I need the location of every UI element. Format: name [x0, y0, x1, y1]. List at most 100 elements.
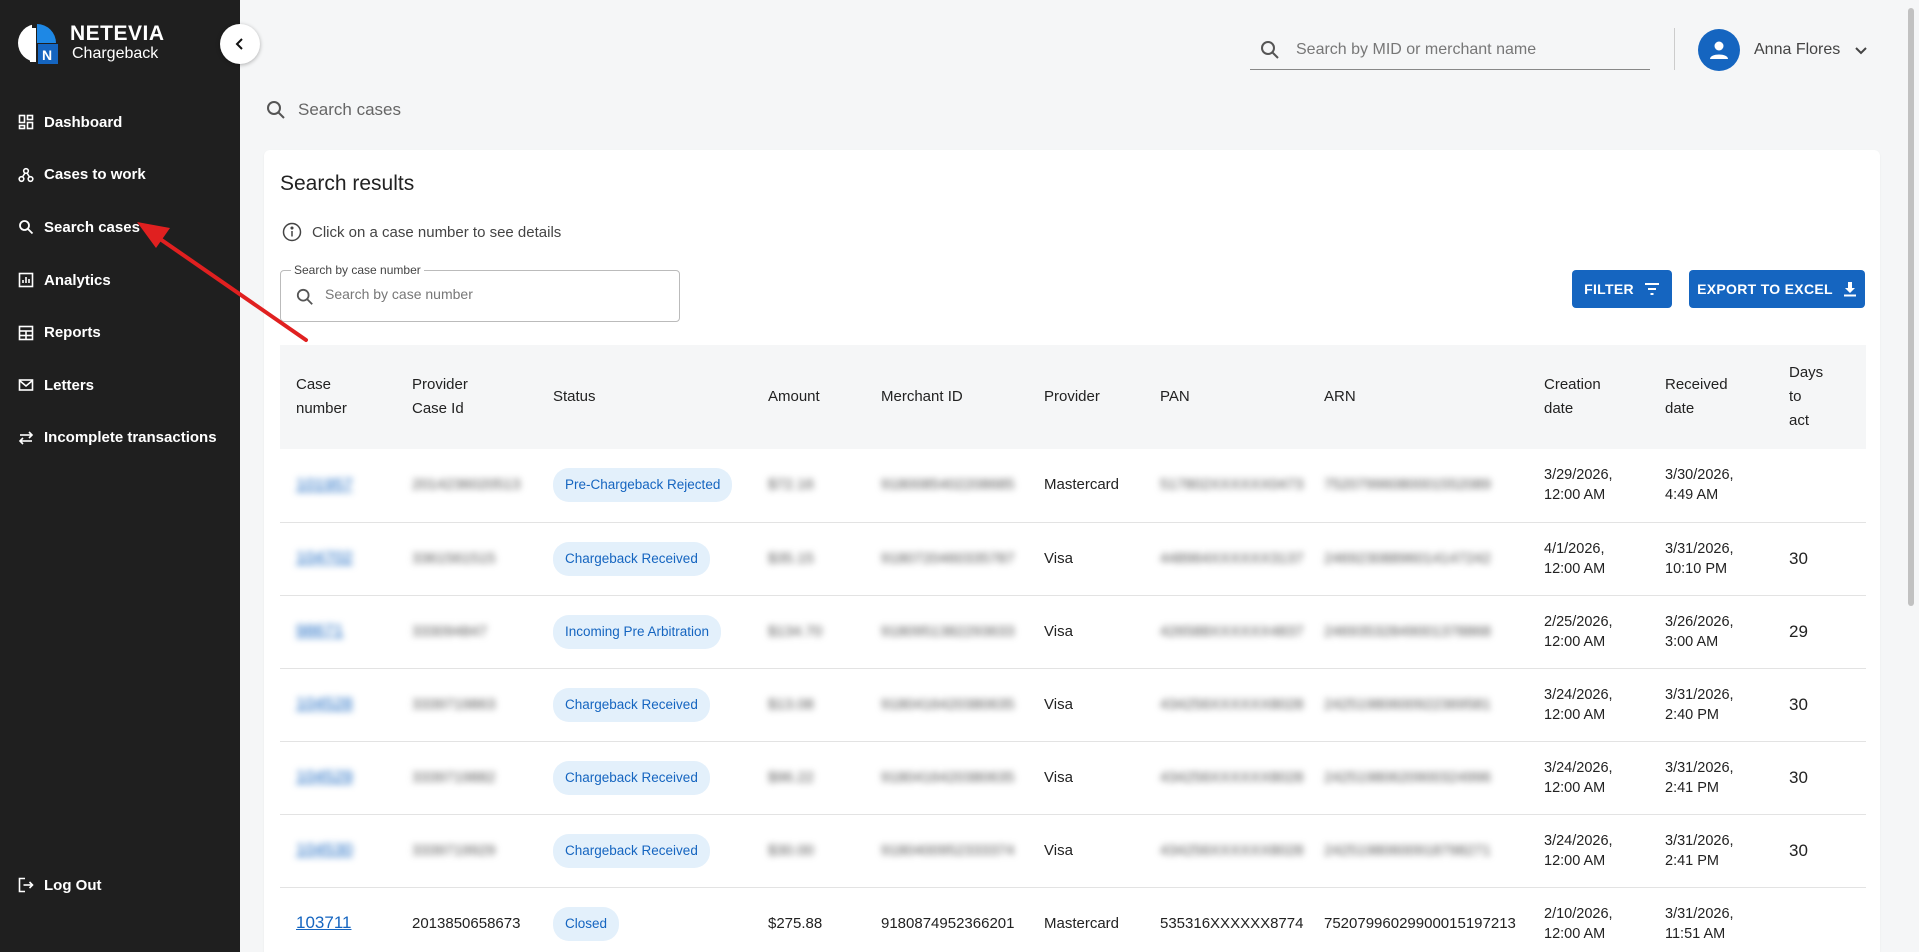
case-number-search: Search by case number — [280, 263, 680, 322]
status-badge: Incoming Pre Arbitration — [553, 614, 722, 649]
logout-button[interactable]: Log Out — [0, 859, 240, 912]
creation-date: 2/10/2026, 12:00 AM — [1544, 905, 1613, 942]
sidebar-item-analytics[interactable]: Analytics — [0, 254, 240, 307]
brand-name: NETEVIA — [70, 22, 165, 45]
page-scrollbar[interactable] — [1908, 8, 1914, 606]
col-creation-date[interactable]: Creation date — [1528, 345, 1649, 449]
col-amount[interactable]: Amount — [752, 345, 865, 449]
case-number-link[interactable]: 104530 — [296, 840, 353, 859]
table-row[interactable]: 103711 2013850658673 Closed $275.88 91808749… — [280, 887, 1866, 952]
sidebar-item-incomplete-transactions[interactable]: Incomplete transactions — [0, 412, 240, 465]
arn: 24251980620900324996 — [1324, 768, 1491, 786]
page-search[interactable]: Search cases — [266, 100, 401, 120]
col-days-to-act[interactable]: Days to act — [1773, 345, 1866, 449]
creation-date: 2/25/2026, 12:00 AM — [1544, 613, 1613, 650]
pan: 434256XXXXXX8028 — [1160, 841, 1304, 859]
sidebar-item-search-cases[interactable]: Search cases — [0, 201, 240, 254]
status-badge: Chargeback Received — [553, 687, 710, 722]
svg-text:N: N — [42, 47, 52, 63]
pan: 434256XXXXXX8028 — [1160, 768, 1304, 786]
case-number-link[interactable]: 104528 — [296, 694, 353, 713]
page-search-label: Search cases — [298, 100, 401, 119]
case-number-link[interactable]: 101957 — [296, 475, 353, 494]
table-header-row: Case number Provider Case Id Status Amount… — [280, 345, 1866, 449]
sidebar-item-dashboard[interactable]: Dashboard — [0, 96, 240, 149]
sidebar-item-label: Search cases — [44, 218, 140, 236]
sidebar-item-cases-to-work[interactable]: Cases to work — [0, 149, 240, 202]
pan: 517802XXXXXX0473 — [1160, 476, 1304, 494]
amount: $96.22 — [768, 768, 814, 786]
user-name: Anna Flores — [1754, 41, 1841, 58]
filter-label: FILTER — [1584, 281, 1634, 297]
filter-icon — [1644, 283, 1659, 295]
merchant-id: 9180951382293633 — [881, 622, 1015, 640]
case-number-link[interactable]: 104702 — [296, 548, 353, 567]
search-icon — [19, 220, 34, 235]
provider-case-id: 333094847 — [412, 622, 488, 640]
col-merchant-id[interactable]: Merchant ID — [865, 345, 1028, 449]
sidebar-item-label: Cases to work — [44, 166, 146, 184]
col-arn[interactable]: ARN — [1308, 345, 1528, 449]
merchant-id: 9180416420380635 — [881, 768, 1015, 786]
pan: 426588XXXXXX4837 — [1160, 622, 1304, 640]
swap-icon — [18, 431, 34, 445]
col-received-date[interactable]: Received date — [1649, 345, 1773, 449]
case-number-link[interactable]: 98671 — [296, 621, 343, 640]
table-row[interactable]: 104530 3339719929 Chargeback Received $30.0… — [280, 814, 1866, 887]
collapse-sidebar-button[interactable] — [220, 24, 260, 64]
status-badge: Chargeback Received — [553, 833, 710, 868]
sidebar-item-label: Analytics — [44, 271, 111, 289]
analytics-icon — [18, 272, 34, 288]
table-row[interactable]: 98671 333094847 Incoming Pre Arbitration $1… — [280, 595, 1866, 668]
provider: Visa — [1044, 549, 1073, 567]
col-provider-case-id[interactable]: Provider Case Id — [396, 345, 537, 449]
sidebar-item-letters[interactable]: Letters — [0, 359, 240, 412]
col-pan[interactable]: PAN — [1144, 345, 1308, 449]
received-date: 3/31/2026, 2:40 PM — [1665, 686, 1734, 723]
case-search-label: Search by case number — [291, 263, 424, 277]
arn: 24251980600918798271 — [1324, 841, 1491, 859]
user-menu[interactable]: Anna Flores — [1698, 28, 1868, 72]
export-to-excel-button[interactable]: EXPORT TO EXCEL — [1689, 270, 1865, 308]
chevron-left-icon — [235, 38, 243, 50]
export-label: EXPORT TO EXCEL — [1697, 281, 1833, 297]
pan: 448964XXXXXX3137 — [1160, 549, 1304, 567]
divider — [1674, 28, 1675, 70]
days-to-act: 30 — [1789, 548, 1808, 568]
amount: $30.00 — [768, 841, 814, 859]
case-number-input[interactable] — [325, 286, 665, 302]
sidebar-item-label: Dashboard — [44, 113, 123, 131]
days-to-act: 30 — [1789, 694, 1808, 714]
table-row[interactable]: 104528 3339719863 Chargeback Received $13.0… — [280, 668, 1866, 741]
table-row[interactable]: 104702 3361561515 Chargeback Received $35.1… — [280, 522, 1866, 595]
avatar — [1698, 29, 1740, 71]
status-badge: Chargeback Received — [553, 541, 710, 576]
case-number-link[interactable]: 103711 — [296, 913, 351, 932]
results-table: Case number Provider Case Id Status Amount… — [280, 345, 1866, 952]
filter-button[interactable]: FILTER — [1572, 270, 1672, 308]
provider-case-id: 2014236020513 — [412, 476, 521, 494]
sidebar-item-reports[interactable]: Reports — [0, 306, 240, 359]
search-icon — [267, 101, 285, 119]
amount: $13.08 — [768, 695, 814, 713]
days-to-act — [1773, 887, 1866, 952]
days-to-act: 30 — [1789, 767, 1808, 787]
received-date: 3/26/2026, 3:00 AM — [1665, 613, 1734, 650]
info-hint-text: Click on a case number to see details — [312, 223, 562, 241]
days-to-act — [1773, 449, 1866, 522]
provider: Visa — [1044, 768, 1073, 786]
sidebar-item-label: Reports — [44, 324, 101, 342]
table-row[interactable]: 104529 3339719882 Chargeback Received $96.2… — [280, 741, 1866, 814]
col-status[interactable]: Status — [537, 345, 752, 449]
merchant-id: 9180416420380635 — [881, 695, 1015, 713]
col-case-number[interactable]: Case number — [280, 345, 396, 449]
col-provider[interactable]: Provider — [1028, 345, 1144, 449]
received-date: 3/31/2026, 2:41 PM — [1665, 832, 1734, 869]
brand-product: Chargeback — [72, 45, 159, 62]
case-number-link[interactable]: 104529 — [296, 767, 353, 786]
table-row[interactable]: 101957 2014236020513 Pre-Chargeback Reject… — [280, 449, 1866, 522]
provider: Visa — [1044, 841, 1073, 859]
amount: $275.88 — [768, 914, 823, 932]
merchant-search-input[interactable] — [1296, 40, 1616, 59]
logo[interactable]: N NETEVIA Chargeback — [16, 22, 165, 64]
